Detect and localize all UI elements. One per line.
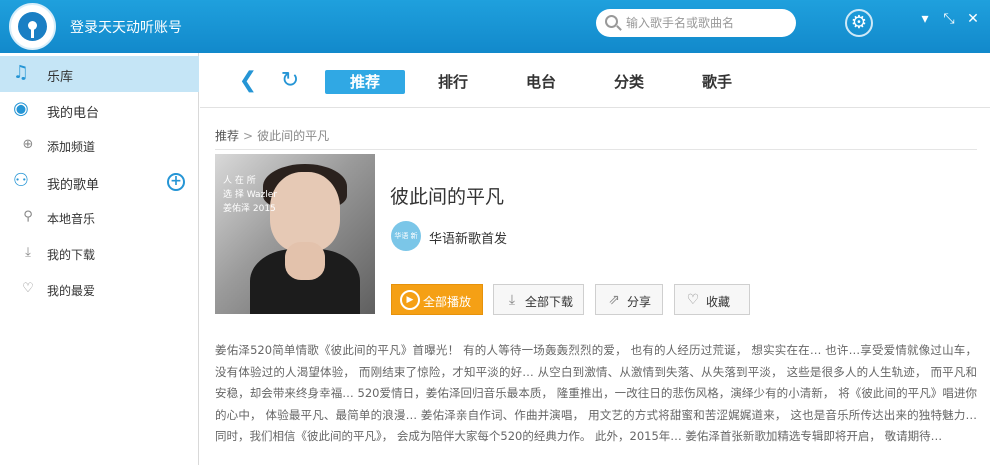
breadcrumb-root[interactable]: 推荐: [215, 129, 239, 143]
sidebar-item-add-channel[interactable]: ⊕ 添加频道: [0, 128, 199, 164]
share-label: 分享: [627, 295, 652, 309]
sidebar-item-label: 我的下载: [47, 248, 96, 262]
cover-text: 人 在 所 选 择 Wazler 姜佑泽 2015: [223, 176, 278, 214]
add-playlist-button[interactable]: +: [167, 173, 185, 191]
close-icon[interactable]: ✕: [964, 10, 982, 28]
sidebar-item-favorites[interactable]: ♡ 我的最爱: [0, 272, 199, 308]
download-icon: ⤓: [25, 245, 31, 260]
album-description: 姜佑泽520简单情歌《彼此间的平凡》首曝光！ 有的人等待一场轰轰烈烈的爱， 也有…: [215, 343, 977, 443]
artist-avatar[interactable]: 华语 新歌: [391, 221, 421, 270]
breadcrumb: 推荐 > 彼此间的平凡: [215, 127, 329, 144]
minimize-icon[interactable]: ▾: [916, 10, 934, 28]
artist-name[interactable]: 华语新歌首发: [429, 228, 507, 247]
sidebar-item-label: 我的歌单: [47, 178, 100, 193]
heart-icon: ♡: [22, 281, 34, 296]
tab-radio[interactable]: 电台: [501, 70, 581, 94]
play-all-label: 全部播放: [423, 295, 472, 309]
play-icon: ▶: [400, 290, 420, 310]
refresh-icon[interactable]: ↻: [277, 67, 303, 95]
tab-charts[interactable]: 排行: [413, 70, 493, 94]
add-channel-icon: ⊕: [22, 137, 34, 152]
album-cover[interactable]: 人 在 所 选 择 Wazler 姜佑泽 2015: [215, 154, 375, 314]
app-logo[interactable]: [9, 3, 56, 50]
main-content: 推荐 > 彼此间的平凡 人 在 所 选 择 Wazler 姜佑泽 2015 彼此间的…: [200, 109, 990, 465]
breadcrumb-separator: >: [243, 129, 254, 143]
sidebar-item-label: 我的电台: [47, 106, 100, 121]
sidebar-item-label: 添加频道: [47, 140, 96, 154]
search-input[interactable]: [626, 14, 786, 32]
share-icon: ⇗: [608, 292, 620, 308]
tab-categories[interactable]: 分类: [589, 70, 669, 94]
divider: [215, 149, 977, 150]
sidebar-item-my-radio[interactable]: ◉ 我的电台: [0, 92, 199, 128]
download-icon: ⤓: [508, 292, 516, 308]
sidebar-item-label: 乐库: [47, 70, 74, 85]
download-all-label: 全部下载: [525, 295, 574, 309]
location-pin-icon: ⚲: [23, 209, 33, 224]
breadcrumb-current: 彼此间的平凡: [257, 129, 330, 143]
sidebar-item-library[interactable]: ♫ 乐库: [0, 56, 199, 92]
radio-icon: ◉: [13, 98, 29, 119]
search-icon[interactable]: [605, 15, 618, 28]
tab-artists[interactable]: 歌手: [677, 70, 757, 94]
heart-icon: ♡: [686, 292, 700, 308]
sidebar-item-label: 本地音乐: [47, 212, 96, 226]
user-playlist-icon: ⚇: [12, 170, 30, 191]
search-box[interactable]: [596, 9, 796, 37]
share-button[interactable]: ⇗ 分享: [595, 284, 663, 315]
favorite-button[interactable]: ♡ 收藏: [674, 284, 750, 315]
gear-icon[interactable]: ⚙: [845, 9, 873, 37]
sidebar-item-downloads[interactable]: ⤓ 我的下载: [0, 236, 199, 272]
title-bar: 登录天天动听账号 ⚙ ▾ ⤡ ✕: [0, 0, 990, 53]
login-link[interactable]: 登录天天动听账号: [70, 17, 182, 37]
sidebar-item-local-music[interactable]: ⚲ 本地音乐: [0, 200, 199, 236]
sidebar: ♫ 乐库 ◉ 我的电台 ⊕ 添加频道 ⚇ 我的歌单 ⚲ 本地音乐 ⤓ 我的下载 …: [0, 53, 199, 465]
tab-recommend[interactable]: 推荐: [325, 70, 405, 94]
play-all-button[interactable]: ▶ 全部播放: [391, 284, 483, 315]
top-nav: ❮ ↻ 推荐 排行 电台 分类 歌手: [200, 53, 990, 108]
album-title: 彼此间的平凡: [390, 186, 505, 208]
sidebar-item-label: 我的最爱: [47, 284, 96, 298]
collapse-icon[interactable]: ⤡: [940, 10, 958, 28]
back-icon[interactable]: ❮: [235, 67, 261, 95]
music-note-icon: ♫: [12, 62, 30, 83]
favorite-label: 收藏: [706, 295, 731, 309]
download-all-button[interactable]: ⤓ 全部下载: [493, 284, 584, 315]
logo-icon: [18, 12, 47, 41]
